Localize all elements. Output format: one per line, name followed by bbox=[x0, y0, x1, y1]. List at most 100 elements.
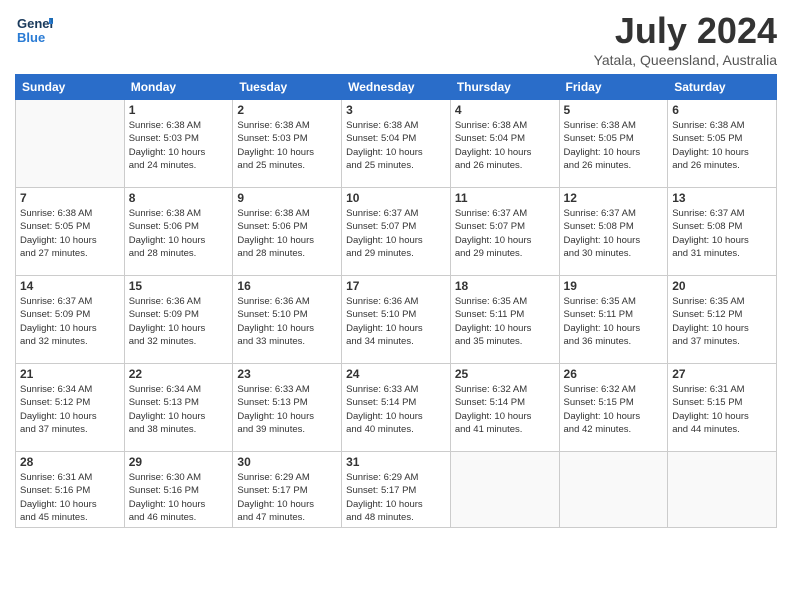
day-info: Sunrise: 6:38 AMSunset: 5:05 PMDaylight:… bbox=[564, 119, 664, 172]
table-row: 2 Sunrise: 6:38 AMSunset: 5:03 PMDaylight… bbox=[233, 100, 342, 188]
day-number: 25 bbox=[455, 367, 555, 381]
table-row: 11Sunrise: 6:37 AMSunset: 5:07 PMDayligh… bbox=[450, 188, 559, 276]
table-row: 12Sunrise: 6:37 AMSunset: 5:08 PMDayligh… bbox=[559, 188, 668, 276]
table-row: 28 Sunrise: 6:31 AMSunset: 5:16 PMDayligh… bbox=[16, 452, 125, 528]
day-number: 2 bbox=[237, 103, 337, 117]
day-number: 22 bbox=[129, 367, 229, 381]
table-row: 18 Sunrise: 6:35 AMSunset: 5:11 PMDayligh… bbox=[450, 276, 559, 364]
logo: General Blue bbox=[15, 10, 53, 48]
table-row: 5 Sunrise: 6:38 AMSunset: 5:05 PMDaylight… bbox=[559, 100, 668, 188]
table-row: 17 Sunrise: 6:36 AMSunset: 5:10 PMDayligh… bbox=[342, 276, 451, 364]
day-number: 23 bbox=[237, 367, 337, 381]
day-info: Sunrise: 6:30 AMSunset: 5:16 PMDaylight:… bbox=[129, 471, 229, 524]
table-row: 15 Sunrise: 6:36 AMSunset: 5:09 PMDayligh… bbox=[124, 276, 233, 364]
day-info: Sunrise: 6:34 AMSunset: 5:13 PMDaylight:… bbox=[129, 383, 229, 436]
day-number: 3 bbox=[346, 103, 446, 117]
day-info: Sunrise: 6:33 AMSunset: 5:14 PMDaylight:… bbox=[346, 383, 446, 436]
day-number: 18 bbox=[455, 279, 555, 293]
day-number: 7 bbox=[20, 191, 120, 205]
svg-text:Blue: Blue bbox=[17, 30, 45, 45]
day-info: Sunrise: 6:29 AMSunset: 5:17 PMDaylight:… bbox=[346, 471, 446, 524]
day-number: 15 bbox=[129, 279, 229, 293]
table-row bbox=[450, 452, 559, 528]
day-number: 13 bbox=[672, 191, 772, 205]
day-number: 21 bbox=[20, 367, 120, 381]
day-info: Sunrise: 6:34 AMSunset: 5:12 PMDaylight:… bbox=[20, 383, 120, 436]
day-number: 10 bbox=[346, 191, 446, 205]
day-info: Sunrise: 6:38 AMSunset: 5:04 PMDaylight:… bbox=[346, 119, 446, 172]
day-number: 19 bbox=[564, 279, 664, 293]
day-number: 5 bbox=[564, 103, 664, 117]
table-row bbox=[559, 452, 668, 528]
day-number: 16 bbox=[237, 279, 337, 293]
day-number: 27 bbox=[672, 367, 772, 381]
calendar-table: Sunday Monday Tuesday Wednesday Thursday… bbox=[15, 74, 777, 528]
header-tuesday: Tuesday bbox=[233, 75, 342, 100]
day-number: 9 bbox=[237, 191, 337, 205]
day-number: 26 bbox=[564, 367, 664, 381]
table-row: 16 Sunrise: 6:36 AMSunset: 5:10 PMDayligh… bbox=[233, 276, 342, 364]
table-row: 10 Sunrise: 6:37 AMSunset: 5:07 PMDayligh… bbox=[342, 188, 451, 276]
header-friday: Friday bbox=[559, 75, 668, 100]
svg-text:General: General bbox=[17, 16, 53, 31]
day-info: Sunrise: 6:31 AMSunset: 5:15 PMDaylight:… bbox=[672, 383, 772, 436]
day-info: Sunrise: 6:29 AMSunset: 5:17 PMDaylight:… bbox=[237, 471, 337, 524]
table-row: 24 Sunrise: 6:33 AMSunset: 5:14 PMDayligh… bbox=[342, 364, 451, 452]
day-info: Sunrise: 6:36 AMSunset: 5:10 PMDaylight:… bbox=[237, 295, 337, 348]
day-info: Sunrise: 6:38 AMSunset: 5:05 PMDaylight:… bbox=[20, 207, 120, 260]
table-row: 23 Sunrise: 6:33 AMSunset: 5:13 PMDayligh… bbox=[233, 364, 342, 452]
day-info: Sunrise: 6:38 AMSunset: 5:03 PMDaylight:… bbox=[129, 119, 229, 172]
table-row: 19 Sunrise: 6:35 AMSunset: 5:11 PMDayligh… bbox=[559, 276, 668, 364]
day-number: 30 bbox=[237, 455, 337, 469]
table-row: 3 Sunrise: 6:38 AMSunset: 5:04 PMDaylight… bbox=[342, 100, 451, 188]
day-info: Sunrise: 6:38 AMSunset: 5:04 PMDaylight:… bbox=[455, 119, 555, 172]
table-row: 25 Sunrise: 6:32 AMSunset: 5:14 PMDayligh… bbox=[450, 364, 559, 452]
day-number: 6 bbox=[672, 103, 772, 117]
table-row bbox=[668, 452, 777, 528]
day-info: Sunrise: 6:36 AMSunset: 5:09 PMDaylight:… bbox=[129, 295, 229, 348]
page: General Blue July 2024 Yatala, Queenslan… bbox=[0, 0, 792, 612]
day-info: Sunrise: 6:38 AMSunset: 5:06 PMDaylight:… bbox=[129, 207, 229, 260]
day-info: Sunrise: 6:37 AMSunset: 5:08 PMDaylight:… bbox=[672, 207, 772, 260]
day-number: 17 bbox=[346, 279, 446, 293]
table-row: 21 Sunrise: 6:34 AMSunset: 5:12 PMDayligh… bbox=[16, 364, 125, 452]
table-row: 1 Sunrise: 6:38 AMSunset: 5:03 PMDaylight… bbox=[124, 100, 233, 188]
day-number: 8 bbox=[129, 191, 229, 205]
day-info: Sunrise: 6:31 AMSunset: 5:16 PMDaylight:… bbox=[20, 471, 120, 524]
day-info: Sunrise: 6:38 AMSunset: 5:06 PMDaylight:… bbox=[237, 207, 337, 260]
day-info: Sunrise: 6:35 AMSunset: 5:11 PMDaylight:… bbox=[564, 295, 664, 348]
table-row: 9 Sunrise: 6:38 AMSunset: 5:06 PMDaylight… bbox=[233, 188, 342, 276]
day-info: Sunrise: 6:36 AMSunset: 5:10 PMDaylight:… bbox=[346, 295, 446, 348]
header-thursday: Thursday bbox=[450, 75, 559, 100]
header-monday: Monday bbox=[124, 75, 233, 100]
day-number: 31 bbox=[346, 455, 446, 469]
table-row: 4 Sunrise: 6:38 AMSunset: 5:04 PMDaylight… bbox=[450, 100, 559, 188]
day-number: 29 bbox=[129, 455, 229, 469]
day-info: Sunrise: 6:37 AMSunset: 5:09 PMDaylight:… bbox=[20, 295, 120, 348]
logo-icon: General Blue bbox=[15, 10, 53, 48]
day-number: 4 bbox=[455, 103, 555, 117]
day-info: Sunrise: 6:33 AMSunset: 5:13 PMDaylight:… bbox=[237, 383, 337, 436]
table-row: 14 Sunrise: 6:37 AMSunset: 5:09 PMDayligh… bbox=[16, 276, 125, 364]
day-info: Sunrise: 6:35 AMSunset: 5:12 PMDaylight:… bbox=[672, 295, 772, 348]
day-number: 1 bbox=[129, 103, 229, 117]
table-row: 29 Sunrise: 6:30 AMSunset: 5:16 PMDayligh… bbox=[124, 452, 233, 528]
table-row: 6Sunrise: 6:38 AMSunset: 5:05 PMDaylight… bbox=[668, 100, 777, 188]
day-info: Sunrise: 6:35 AMSunset: 5:11 PMDaylight:… bbox=[455, 295, 555, 348]
calendar-header-row: Sunday Monday Tuesday Wednesday Thursday… bbox=[16, 75, 777, 100]
day-info: Sunrise: 6:32 AMSunset: 5:15 PMDaylight:… bbox=[564, 383, 664, 436]
day-number: 24 bbox=[346, 367, 446, 381]
day-info: Sunrise: 6:32 AMSunset: 5:14 PMDaylight:… bbox=[455, 383, 555, 436]
month-title: July 2024 bbox=[594, 10, 777, 52]
table-row: 30 Sunrise: 6:29 AMSunset: 5:17 PMDayligh… bbox=[233, 452, 342, 528]
day-number: 28 bbox=[20, 455, 120, 469]
day-number: 14 bbox=[20, 279, 120, 293]
header-sunday: Sunday bbox=[16, 75, 125, 100]
day-info: Sunrise: 6:37 AMSunset: 5:08 PMDaylight:… bbox=[564, 207, 664, 260]
table-row bbox=[16, 100, 125, 188]
day-info: Sunrise: 6:37 AMSunset: 5:07 PMDaylight:… bbox=[346, 207, 446, 260]
table-row: 31 Sunrise: 6:29 AMSunset: 5:17 PMDayligh… bbox=[342, 452, 451, 528]
day-info: Sunrise: 6:38 AMSunset: 5:03 PMDaylight:… bbox=[237, 119, 337, 172]
title-area: July 2024 Yatala, Queensland, Australia bbox=[594, 10, 777, 68]
table-row: 22 Sunrise: 6:34 AMSunset: 5:13 PMDayligh… bbox=[124, 364, 233, 452]
